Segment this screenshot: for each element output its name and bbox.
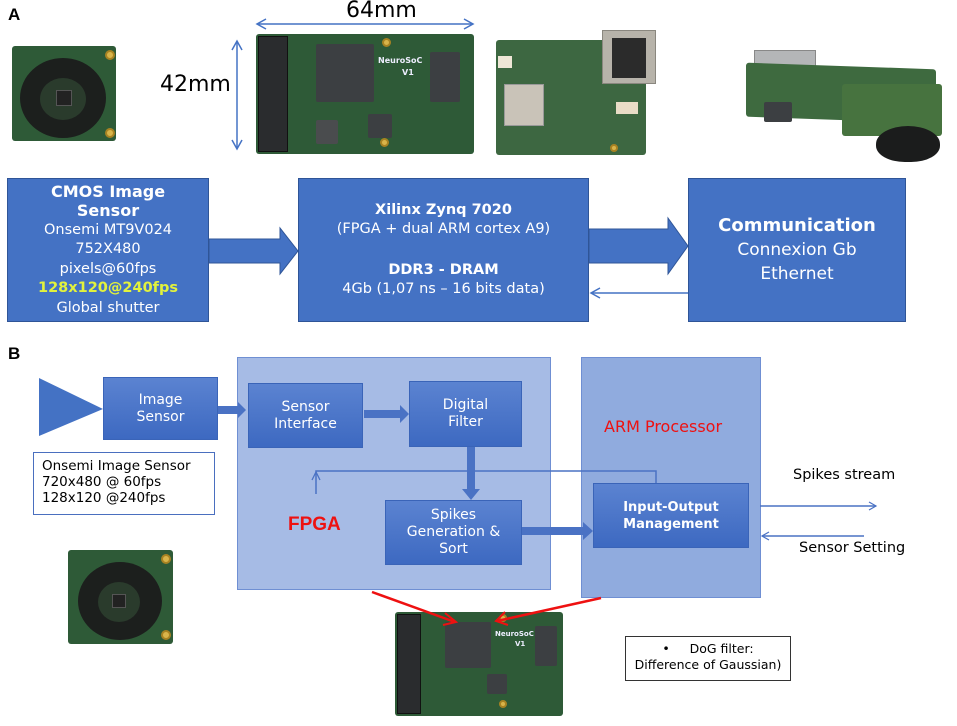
fpga-to-chip-red-arrow [371, 590, 459, 626]
comm-to-zynq-return-arrow [589, 287, 688, 299]
arm-to-chip-red-arrow [494, 596, 602, 626]
interface-to-filter-arrow [364, 405, 409, 423]
width-dimension-arrow [255, 18, 475, 30]
image-sensor-to-interface-arrow [218, 402, 246, 418]
camera-lens-icon [39, 378, 103, 436]
diagram-connectors [39, 18, 878, 626]
spikes-to-io-arrow [522, 522, 593, 540]
zynq-to-comm-arrow [588, 216, 689, 276]
cmos-to-zynq-arrow [208, 226, 299, 276]
filter-to-spikes-arrow [462, 447, 480, 500]
height-dimension-arrow [231, 39, 243, 151]
io-to-interface-feedback-line [311, 470, 657, 494]
